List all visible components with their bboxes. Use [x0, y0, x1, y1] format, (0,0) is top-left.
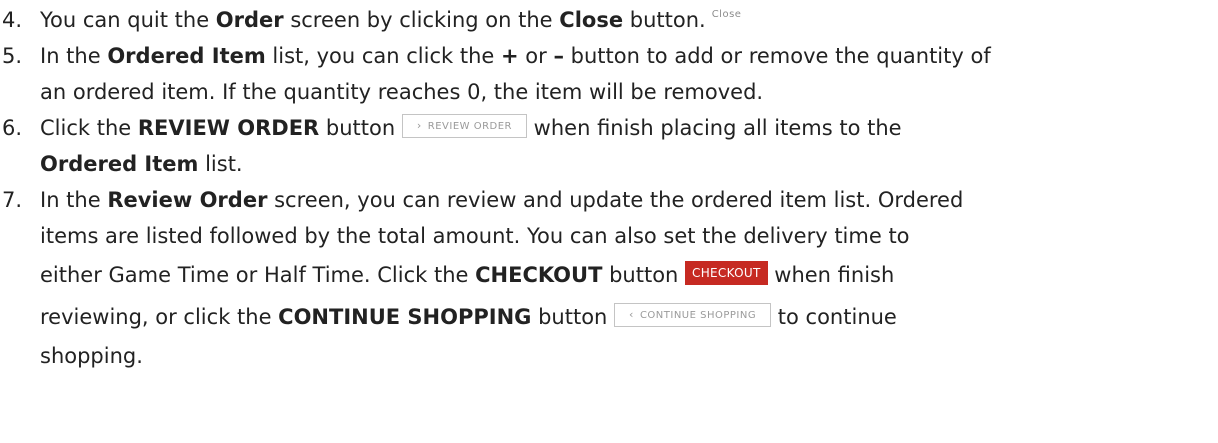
- bold-term: CHECKOUT: [475, 263, 603, 287]
- checkout-button-image: CHECKOUT: [685, 261, 768, 285]
- text-run: button: [602, 263, 686, 287]
- close-button-image: Close: [711, 9, 742, 20]
- text-run: In the: [40, 188, 108, 212]
- text-line: shopping.: [40, 344, 143, 368]
- bold-term: –: [553, 44, 564, 68]
- bold-term: Review Order: [107, 188, 268, 212]
- button-label: CONTINUE SHOPPING: [639, 310, 757, 321]
- text-run: to continue: [771, 305, 897, 329]
- text-line: Click the REVIEW ORDER button › REVIEW OR…: [40, 110, 1180, 146]
- bold-term: CONTINUE SHOPPING: [278, 305, 532, 329]
- text-line: items are listed followed by the total a…: [40, 224, 910, 248]
- text-run: button.: [623, 8, 706, 32]
- text-run: screen, you can review and update the or…: [267, 188, 964, 212]
- text-run: Click the: [40, 116, 138, 140]
- bold-term: Close: [559, 8, 624, 32]
- text-line: You can quit the Order screen by clickin…: [40, 2, 1180, 38]
- text-run: button: [319, 116, 402, 140]
- step-number: 6.: [2, 116, 23, 140]
- text-run: screen by clicking on the: [283, 8, 560, 32]
- bold-term: Order: [215, 8, 284, 32]
- step-number: 5.: [2, 44, 23, 68]
- text-run: when finish: [767, 263, 895, 287]
- text-run: reviewing, or click the: [40, 305, 279, 329]
- bold-term: Ordered Item: [107, 44, 266, 68]
- bold-term: REVIEW ORDER: [137, 116, 320, 140]
- text-run: button: [531, 305, 615, 329]
- instruction-document: 4. You can quit the Order screen by clic…: [0, 0, 1218, 443]
- step-text: In the Review Order screen, you can revi…: [40, 182, 1180, 374]
- text-run: or: [518, 44, 554, 68]
- text-run: In the: [40, 44, 108, 68]
- text-line: either Game Time or Half Time. Click the…: [40, 254, 1180, 296]
- text-line: an ordered item. If the quantity reaches…: [40, 80, 764, 104]
- step-text: You can quit the Order screen by clickin…: [40, 2, 1180, 38]
- continue-shopping-button-image: ‹ CONTINUE SHOPPING: [614, 303, 772, 327]
- text-run: button to add or remove the quantity of: [563, 44, 991, 68]
- button-label: REVIEW ORDER: [427, 121, 512, 132]
- text-line-group: either Game Time or Half Time. Click the…: [40, 254, 1180, 338]
- bold-term: +: [501, 44, 519, 68]
- chevron-right-icon: ›: [416, 119, 422, 132]
- bold-term: Ordered Item: [40, 152, 199, 176]
- text-run: list, you can click the: [265, 44, 501, 68]
- text-line: Ordered Item list.: [40, 146, 1180, 182]
- chevron-left-icon: ‹: [629, 308, 634, 321]
- text-run: either Game Time or Half Time. Click the: [40, 263, 476, 287]
- step-text: In the Ordered Item list, you can click …: [40, 38, 1180, 110]
- text-run: list.: [198, 152, 243, 176]
- review-order-button-image: › REVIEW ORDER: [401, 114, 527, 138]
- step-text: Click the REVIEW ORDER button › REVIEW OR…: [40, 110, 1180, 182]
- text-line: In the Ordered Item list, you can click …: [40, 38, 1180, 74]
- step-number: 4.: [2, 8, 23, 32]
- step-number: 7.: [2, 188, 23, 212]
- text-run: when finish placing all items to the: [527, 116, 902, 140]
- text-line: In the Review Order screen, you can revi…: [40, 182, 1180, 218]
- text-line: reviewing, or click the CONTINUE SHOPPIN…: [40, 296, 1180, 338]
- text-run: You can quit the: [40, 8, 216, 32]
